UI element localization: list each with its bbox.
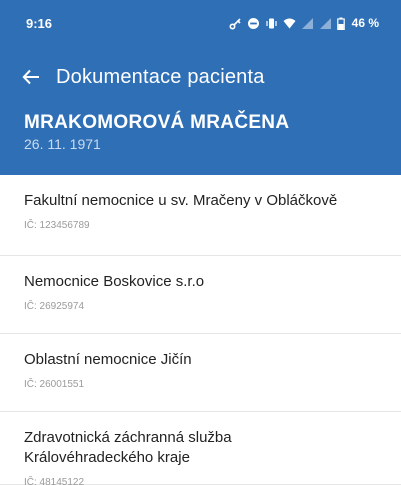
provider-ic: IČ: 26925974 xyxy=(24,301,85,312)
signal-icon xyxy=(301,17,314,30)
key-icon xyxy=(229,17,242,30)
provider-name: Oblastní nemocnice Jičín xyxy=(24,351,192,368)
provider-item[interactable]: Oblastní nemocnice Jičín IČ: 26001551 xyxy=(0,334,401,412)
provider-list: Fakultní nemocnice u sv. Mračeny v Obláč… xyxy=(0,175,401,485)
provider-name: Nemocnice Boskovice s.r.o xyxy=(24,273,205,290)
provider-name: Zdravotnická záchranná služba Královéhra… xyxy=(24,429,232,466)
provider-item[interactable]: Nemocnice Boskovice s.r.o IČ: 26925974 xyxy=(0,256,401,334)
vibrate-icon xyxy=(265,17,278,30)
header: 9:16 46 % Dokumentace pacienta MRAKOMORO… xyxy=(0,0,401,175)
provider-ic: IČ: 48145122 xyxy=(24,477,85,485)
do-not-disturb-icon xyxy=(247,17,260,30)
patient-birth-date: 26. 11. 1971 xyxy=(24,136,101,152)
wifi-icon xyxy=(283,17,296,30)
toolbar: Dokumentace pacienta xyxy=(0,46,401,108)
provider-item[interactable]: Fakultní nemocnice u sv. Mračeny v Obláč… xyxy=(0,175,401,256)
app-screen: 9:16 46 % Dokumentace pacienta MRAKOMORO… xyxy=(0,0,401,485)
status-bar: 9:16 46 % xyxy=(0,0,401,46)
provider-ic: IČ: 26001551 xyxy=(24,379,85,390)
arrow-left-icon xyxy=(22,69,39,85)
patient-info: MRAKOMOROVÁ MRAČENA 26. 11. 1971 xyxy=(0,112,401,153)
status-icons: 46 % xyxy=(229,16,379,30)
provider-item[interactable]: Zdravotnická záchranná služba Královéhra… xyxy=(0,412,401,485)
battery-level: 46 % xyxy=(351,16,379,30)
battery-icon xyxy=(336,17,345,30)
provider-ic: IČ: 123456789 xyxy=(24,220,90,231)
signal-icon xyxy=(319,17,332,30)
status-time: 9:16 xyxy=(26,15,53,31)
page-title: Dokumentace pacienta xyxy=(56,65,265,88)
patient-name: MRAKOMOROVÁ MRAČENA xyxy=(24,112,290,133)
back-button[interactable] xyxy=(18,64,44,90)
provider-name: Fakultní nemocnice u sv. Mračeny v Obláč… xyxy=(24,192,338,209)
